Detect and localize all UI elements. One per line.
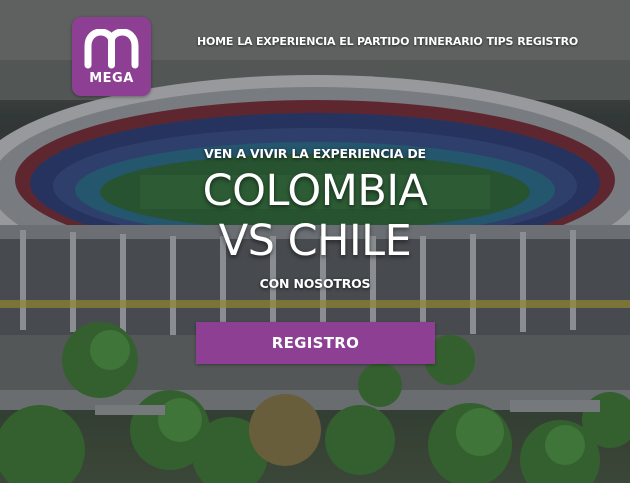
hero-headline-line1: COLOMBIA — [202, 166, 428, 216]
nav-la-experiencia[interactable]: LA EXPERIENCIA — [237, 35, 335, 48]
main-nav: HOME LA EXPERIENCIA EL PARTIDO ITINERARI… — [197, 33, 578, 49]
mega-logo[interactable]: MEGA — [72, 17, 151, 96]
nav-home[interactable]: HOME — [197, 35, 233, 48]
nav-tips[interactable]: TIPS — [486, 35, 513, 48]
hero-pre-title: VEN A VIVIR LA EXPERIENCIA DE — [204, 146, 426, 161]
logo-text: MEGA — [89, 71, 134, 86]
nav-registro[interactable]: REGISTRO — [517, 35, 578, 48]
registro-button[interactable]: REGISTRO — [196, 322, 435, 364]
hero-headline-line2: VS CHILE — [218, 216, 412, 266]
nav-itinerario[interactable]: ITINERARIO — [413, 35, 483, 48]
mega-logo-icon — [84, 29, 139, 69]
nav-el-partido[interactable]: EL PARTIDO — [339, 35, 409, 48]
hero-post-title: CON NOSOTROS — [259, 276, 371, 291]
